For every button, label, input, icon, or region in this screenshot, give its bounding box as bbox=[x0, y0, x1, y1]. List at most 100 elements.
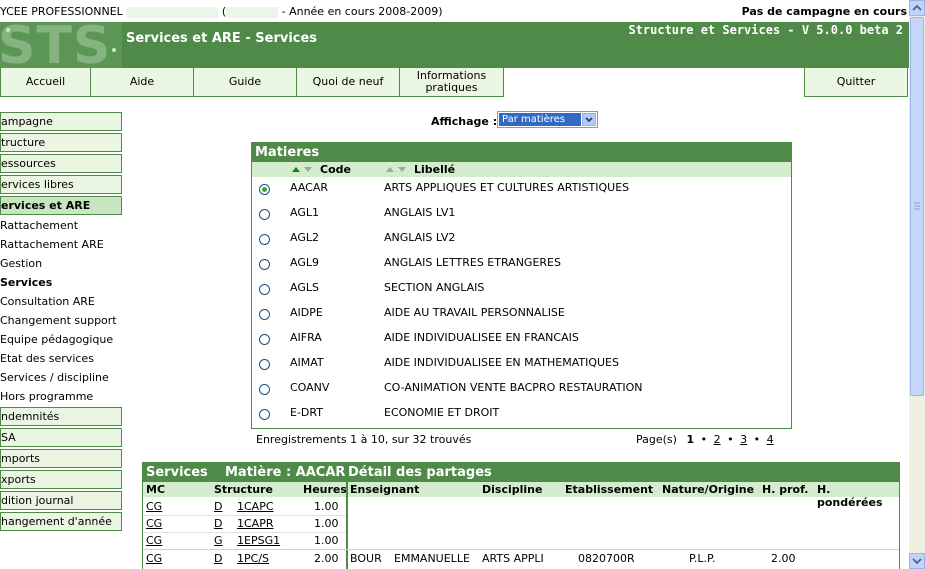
libelle-cell: SECTION ANGLAIS bbox=[384, 281, 485, 294]
affichage-select[interactable]: Par matières bbox=[497, 111, 598, 128]
sidebar-sub-etat-des-services[interactable]: Etat des services bbox=[0, 349, 122, 367]
sidebar-item-structure[interactable]: tructure bbox=[0, 133, 122, 152]
mc-link[interactable]: CG bbox=[146, 534, 162, 547]
sort-asc-icon[interactable] bbox=[386, 167, 394, 172]
col-libelle[interactable]: Libellé bbox=[414, 163, 455, 176]
sidebar-sub-changement-support[interactable]: Changement support bbox=[0, 311, 122, 329]
sidebar-sub-hors-programme[interactable]: Hors programme bbox=[0, 387, 122, 405]
radio-button[interactable] bbox=[259, 184, 270, 195]
mc-link[interactable]: CG bbox=[146, 517, 162, 530]
radio-button[interactable] bbox=[259, 309, 270, 320]
page-link-4[interactable]: 4 bbox=[767, 433, 774, 446]
sidebar-sub-consultation-are[interactable]: Consultation ARE bbox=[0, 292, 122, 310]
sidebar-item-exports[interactable]: xports bbox=[0, 470, 122, 489]
page-link-2[interactable]: 2 bbox=[714, 433, 721, 446]
nav-quoi-de-neuf[interactable]: Quoi de neuf bbox=[296, 68, 400, 97]
logo-text: STS bbox=[0, 22, 112, 68]
radio-button[interactable] bbox=[259, 334, 270, 345]
sidebar-item-indemnites[interactable]: ndemnités bbox=[0, 407, 122, 426]
type-link[interactable]: D bbox=[214, 552, 222, 565]
mc-link[interactable]: CG bbox=[146, 552, 162, 565]
table-row: CG D 1CAPC 1.00 bbox=[143, 498, 346, 516]
table-row[interactable]: AIDPE AIDE AU TRAVAIL PERSONNALISE bbox=[252, 304, 791, 329]
table-row[interactable]: AGL1 ANGLAIS LV1 bbox=[252, 204, 791, 229]
sort-desc-icon[interactable] bbox=[398, 167, 406, 172]
nav-accueil[interactable]: Accueil bbox=[0, 68, 91, 97]
enseignant-nom: BOUR bbox=[350, 552, 382, 565]
sts-logo: STS bbox=[0, 22, 122, 68]
page-separator: • bbox=[727, 433, 734, 446]
radio-button[interactable] bbox=[259, 234, 270, 245]
radio-button[interactable] bbox=[259, 284, 270, 295]
sort-desc-icon[interactable] bbox=[304, 167, 312, 172]
table-row[interactable]: AACAR ARTS APPLIQUES ET CULTURES ARTISTIQ… bbox=[252, 179, 791, 204]
logo-dot bbox=[112, 48, 116, 52]
code-cell: AACAR bbox=[290, 181, 329, 194]
table-row[interactable]: AGL2 ANGLAIS LV2 bbox=[252, 229, 791, 254]
col-h-ponderees: H. pondérées bbox=[817, 483, 883, 509]
affichage-selected-value: Par matières bbox=[499, 113, 581, 126]
discipline-cell: ARTS APPLI bbox=[482, 552, 544, 565]
page-separator: • bbox=[753, 433, 761, 446]
nav-informations-pratiques[interactable]: Informations pratiques bbox=[399, 68, 504, 97]
services-table: Services Matière : AACAR Détail des part… bbox=[142, 462, 900, 569]
col-code[interactable]: Code bbox=[320, 163, 351, 176]
sidebar-item-isa[interactable]: SA bbox=[0, 428, 122, 447]
radio-button[interactable] bbox=[259, 359, 270, 370]
nav-aide[interactable]: Aide bbox=[90, 68, 194, 97]
radio-button[interactable] bbox=[259, 409, 270, 420]
mc-link[interactable]: CG bbox=[146, 500, 162, 513]
sidebar-item-ressources[interactable]: essources bbox=[0, 154, 122, 173]
heures-cell: 1.00 bbox=[314, 534, 339, 547]
col-enseignant: Enseignant bbox=[350, 483, 420, 496]
structure-link[interactable]: 1CAPR bbox=[237, 517, 273, 530]
table-row[interactable]: AIMAT AIDE INDIVIDUALISEE EN MATHEMATIQUE… bbox=[252, 354, 791, 379]
code-cell: AGLS bbox=[290, 281, 319, 294]
table-row[interactable]: AGLS SECTION ANGLAIS bbox=[252, 279, 791, 304]
sidebar-sub-services-discipline[interactable]: Services / discipline bbox=[0, 368, 122, 386]
structure-link[interactable]: 1PC/S bbox=[237, 552, 269, 565]
structure-link[interactable]: 1CAPC bbox=[237, 500, 274, 513]
col-mc: MC bbox=[146, 483, 166, 496]
table-row[interactable]: AIFRA AIDE INDIVIDUALISEE EN FRANCAIS bbox=[252, 329, 791, 354]
sidebar-item-changement-annee[interactable]: hangement d'année bbox=[0, 512, 122, 531]
table-row: CG D 1CAPR 1.00 bbox=[143, 515, 346, 533]
sidebar-sub-rattachement[interactable]: Rattachement bbox=[0, 216, 122, 234]
page-separator: • bbox=[700, 433, 708, 446]
sidebar-sub-services[interactable]: Services bbox=[0, 273, 122, 291]
table-row[interactable]: AGL9 ANGLAIS LETTRES ETRANGERES bbox=[252, 254, 791, 279]
dropdown-button[interactable] bbox=[582, 113, 596, 126]
scroll-down-button[interactable] bbox=[909, 553, 925, 569]
sidebar-sub-rattachement-are[interactable]: Rattachement ARE bbox=[0, 235, 122, 253]
structure-link[interactable]: 1EPSG1 bbox=[237, 534, 280, 547]
table-row[interactable]: COANV CO-ANIMATION VENTE BACPRO RESTAURAT… bbox=[252, 379, 791, 404]
sidebar-item-services-libres[interactable]: ervices libres bbox=[0, 175, 122, 194]
code-cell: AIMAT bbox=[290, 356, 324, 369]
sidebar-item-edition-journal[interactable]: dition journal bbox=[0, 491, 122, 510]
sort-asc-icon[interactable] bbox=[292, 167, 300, 172]
sidebar-item-campagne[interactable]: ampagne bbox=[0, 112, 122, 131]
grip-icon bbox=[914, 202, 920, 210]
nav-quitter[interactable]: Quitter bbox=[804, 68, 908, 97]
etablissement-cell: 0820700R bbox=[578, 552, 635, 565]
page-link-3[interactable]: 3 bbox=[740, 433, 747, 446]
sidebar-sub-equipe-pedagogique[interactable]: Equipe pédagogique bbox=[0, 330, 122, 348]
libelle-cell: ECONOMIE ET DROIT bbox=[384, 406, 500, 419]
sidebar-sub-gestion[interactable]: Gestion bbox=[0, 254, 122, 272]
libelle-cell: ANGLAIS LETTRES ETRANGERES bbox=[384, 256, 561, 269]
radio-button[interactable] bbox=[259, 209, 270, 220]
redacted-block bbox=[226, 6, 279, 18]
type-link[interactable]: D bbox=[214, 517, 222, 530]
scroll-up-button[interactable] bbox=[909, 0, 925, 16]
radio-button[interactable] bbox=[259, 384, 270, 395]
sidebar-item-imports[interactable]: mports bbox=[0, 449, 122, 468]
table-row[interactable]: E-DRT ECONOMIE ET DROIT bbox=[252, 404, 791, 429]
services-matiere-title: Matière : AACAR bbox=[225, 465, 346, 480]
type-link[interactable]: D bbox=[214, 500, 222, 513]
sidebar-item-services-et-are[interactable]: ervices et ARE bbox=[0, 196, 122, 215]
scroll-thumb[interactable] bbox=[910, 17, 924, 396]
nav-guide[interactable]: Guide bbox=[193, 68, 297, 97]
radio-button[interactable] bbox=[259, 259, 270, 270]
col-structure: Structure bbox=[214, 483, 273, 496]
type-link[interactable]: G bbox=[214, 534, 223, 547]
